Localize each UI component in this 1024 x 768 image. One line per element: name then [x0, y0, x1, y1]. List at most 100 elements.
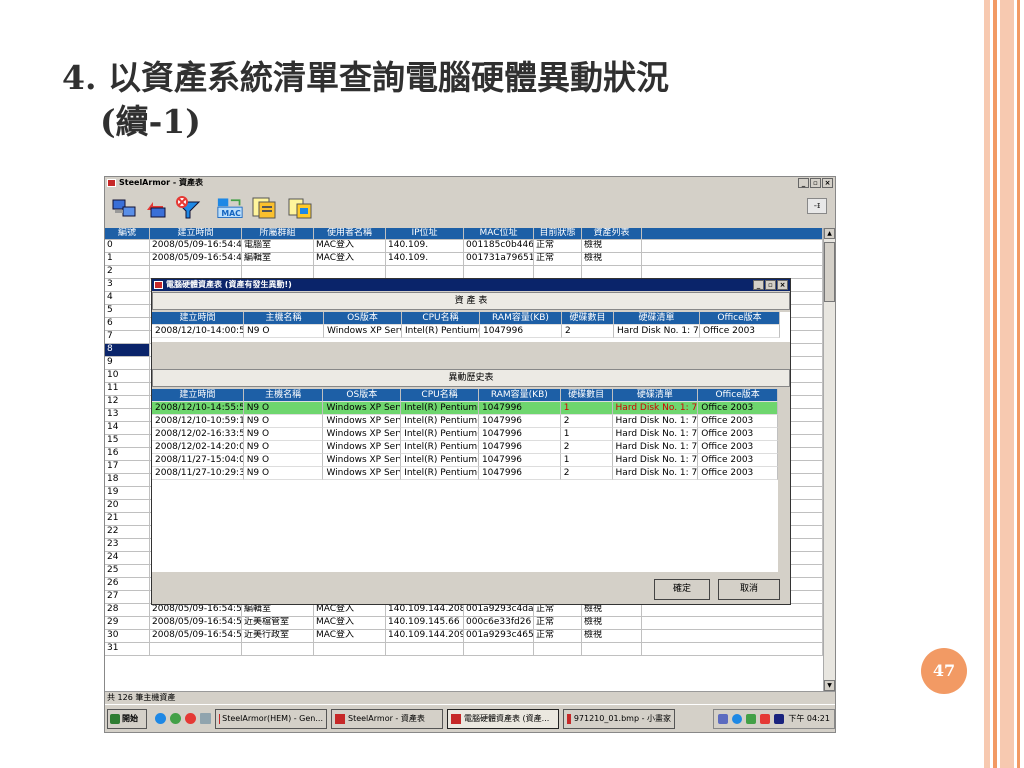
table-cell[interactable]: 正常 — [534, 630, 582, 643]
table-cell[interactable] — [582, 643, 642, 656]
column-header[interactable]: 硬碟數目 — [560, 389, 613, 402]
cancel-button[interactable]: 取消 — [718, 579, 780, 600]
table-row[interactable]: 28 2008/05/09-16:54:51 編輯室 MAC登入 140.109.144… — [105, 604, 823, 617]
column-header[interactable]: Office版本 — [700, 312, 780, 325]
column-header[interactable]: 所屬群組 — [242, 228, 314, 240]
table-cell[interactable]: 編輯室 — [242, 253, 314, 266]
network-icon[interactable] — [718, 713, 729, 724]
table-row[interactable]: 29 2008/05/09-16:54:51 近美檔管室 MAC登入 140.109.1… — [105, 617, 823, 630]
dialog-maximize-button[interactable]: ▫ — [765, 280, 776, 290]
column-header[interactable]: CPU名稱 — [402, 312, 480, 325]
export-button[interactable] — [285, 194, 315, 222]
start-button[interactable]: 開始 — [107, 708, 147, 729]
security-icon[interactable] — [746, 713, 757, 724]
table-cell[interactable]: 正常 — [534, 240, 582, 253]
column-header[interactable]: 資產列表 — [582, 228, 642, 240]
table-cell[interactable]: MAC登入 — [314, 604, 386, 617]
table-cell[interactable]: 檢視 — [582, 240, 642, 253]
table-row[interactable]: 30 2008/05/09-16:54:52 近美行政室 MAC登入 140.109.1… — [105, 630, 823, 643]
table-cell[interactable]: 近美檔管室 — [242, 617, 314, 630]
column-header[interactable]: 目前狀態 — [534, 228, 582, 240]
column-header[interactable]: RAM容量(KB) — [478, 389, 561, 402]
column-header[interactable]: MAC位址 — [464, 228, 534, 240]
app-shortcut-icon[interactable] — [185, 713, 196, 724]
media-icon[interactable] — [170, 713, 181, 724]
column-header[interactable]: OS版本 — [324, 312, 402, 325]
table-cell[interactable]: 檢視 — [582, 253, 642, 266]
scroll-thumb[interactable] — [824, 242, 835, 302]
column-header[interactable]: 主機名稱 — [244, 312, 324, 325]
table-cell[interactable]: 140.109.144.208 — [386, 604, 464, 617]
table-cell[interactable]: 正常 — [534, 604, 582, 617]
maximize-button[interactable]: ▫ — [810, 178, 821, 188]
table-cell[interactable] — [314, 643, 386, 656]
dialog-minimize-button[interactable]: _ — [753, 280, 764, 290]
table-cell[interactable]: MAC登入 — [314, 240, 386, 253]
table-cell[interactable]: 2008/05/09-16:54:51 — [150, 617, 242, 630]
table-cell[interactable]: 2008/05/09-16:54:52 — [150, 630, 242, 643]
table-cell[interactable] — [534, 643, 582, 656]
alert-icon[interactable] — [760, 713, 771, 724]
table-cell[interactable]: 140.109. — [386, 253, 464, 266]
column-header[interactable]: 使用者名稱 — [314, 228, 386, 240]
column-header[interactable]: 硬碟數目 — [562, 312, 614, 325]
table-cell[interactable]: 001a9293c465 — [464, 630, 534, 643]
table-cell[interactable]: 001731a79651 — [464, 253, 534, 266]
desktop-icon[interactable] — [200, 713, 211, 724]
table-cell[interactable]: MAC登入 — [314, 630, 386, 643]
column-header[interactable]: CPU名稱 — [401, 389, 479, 402]
column-header[interactable]: IP位址 — [386, 228, 464, 240]
table-cell[interactable]: MAC登入 — [314, 253, 386, 266]
table-row[interactable]: 1 2008/05/09-16:54:41 編輯室 MAC登入 140.109. 0017… — [105, 253, 823, 266]
table-cell[interactable]: 電腦室 — [242, 240, 314, 253]
table-cell[interactable]: 140.109.144.209 — [386, 630, 464, 643]
table-cell[interactable]: MAC登入 — [314, 617, 386, 630]
table-cell[interactable]: 編輯室 — [242, 604, 314, 617]
taskbar-task[interactable]: SteelArmor(HEM) - Gen... — [215, 708, 327, 729]
vertical-scrollbar[interactable]: ▲ ▼ — [823, 228, 835, 691]
connect-button[interactable] — [109, 194, 139, 222]
taskbar-task[interactable]: 電腦硬體資產表 (資產... — [447, 708, 559, 729]
table-cell[interactable]: 001185c0b446 — [464, 240, 534, 253]
column-header[interactable]: 硬碟清單 — [612, 389, 699, 402]
table-cell[interactable]: 140.109.145.66 — [386, 617, 464, 630]
table-cell[interactable]: 檢視 — [582, 617, 642, 630]
column-header[interactable]: RAM容量(KB) — [480, 312, 562, 325]
minimize-button[interactable]: _ — [798, 178, 809, 188]
table-cell[interactable]: 正常 — [534, 617, 582, 630]
refresh-button[interactable] — [141, 194, 171, 222]
table-row[interactable]: 2008/11/27-10:29:30 N9 ​​​​​​O Windows XP … — [152, 467, 778, 480]
table-row[interactable]: 0 2008/05/09-16:54:41 電腦室 MAC登入 140.109. 0011… — [105, 240, 823, 253]
table-row[interactable]: 2008/12/02-16:33:55 N9 ​​​​​​O Windows XP … — [152, 428, 778, 441]
monitor-icon[interactable] — [774, 713, 785, 724]
browser-icon[interactable] — [155, 713, 166, 724]
column-header[interactable]: OS版本 — [323, 389, 402, 402]
table-row[interactable]: 31 — [105, 643, 823, 656]
table-cell[interactable]: 000c6e33fd26 — [464, 617, 534, 630]
column-header[interactable]: 建立時間 — [152, 389, 244, 402]
table-cell[interactable]: 001a9293c4da — [464, 604, 534, 617]
scroll-down-icon[interactable]: ▼ — [824, 680, 835, 691]
table-row[interactable]: 2008/12/10-10:59:16 N9 ​​​​​​O Windows XP … — [152, 415, 778, 428]
table-cell[interactable]: 近美行政室 — [242, 630, 314, 643]
table-cell[interactable] — [464, 643, 534, 656]
help-icon[interactable] — [732, 713, 743, 724]
table-cell[interactable]: 140.109. — [386, 240, 464, 253]
column-header[interactable]: 建立時間 — [150, 228, 242, 240]
dialog-close-button[interactable]: × — [777, 280, 788, 290]
report-button[interactable] — [249, 194, 279, 222]
table-row[interactable]: 2008/12/10-14:55:57 N9 ​​​​​​O Windows XP … — [152, 402, 778, 415]
column-header[interactable]: 編號 — [105, 228, 150, 240]
scroll-up-icon[interactable]: ▲ — [824, 228, 835, 239]
table-cell[interactable]: 正常 — [534, 253, 582, 266]
table-cell[interactable]: 檢視 — [582, 604, 642, 617]
table-cell[interactable]: 2008/05/09-16:54:41 — [150, 253, 242, 266]
table-cell[interactable] — [242, 643, 314, 656]
table-cell[interactable]: 檢視 — [582, 630, 642, 643]
filter-button[interactable] — [173, 194, 203, 222]
column-header[interactable]: 主機名稱 — [243, 389, 324, 402]
table-row[interactable]: 2008/12/02-14:20:05 N9 ​​​​​​O Windows XP … — [152, 441, 778, 454]
close-button[interactable]: × — [822, 178, 833, 188]
taskbar-task[interactable]: 971210_01.bmp - 小畫家 — [563, 708, 675, 729]
ip-mac-button[interactable]: MAC — [213, 194, 247, 222]
